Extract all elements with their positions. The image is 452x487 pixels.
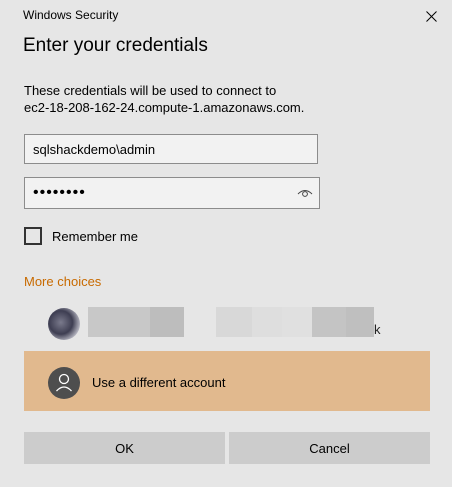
use-different-account-option[interactable]: Use a different account [24,351,430,411]
password-input[interactable] [25,178,293,208]
more-choices-link[interactable]: More choices [24,274,101,289]
username-field[interactable] [24,134,318,164]
username-input[interactable] [25,135,293,163]
close-button[interactable] [418,4,444,28]
user-photo-avatar [48,308,80,340]
dialog-description: These credentials will be used to connec… [24,82,424,116]
description-line-2: ec2-18-208-162-24.compute-1.amazonaws.co… [24,100,305,115]
title-bar: Windows Security [0,0,452,32]
checkbox-box[interactable] [24,227,42,245]
close-icon [425,10,437,22]
saved-account-option[interactable]: k [24,300,430,344]
person-icon [56,373,72,392]
password-field[interactable] [24,177,320,209]
description-line-1: These credentials will be used to connec… [24,83,277,98]
dialog-heading: Enter your credentials [23,35,208,56]
person-icon-container [48,367,80,399]
window-title: Windows Security [23,8,119,22]
remember-me-checkbox[interactable]: Remember me [24,227,138,245]
ok-button[interactable]: OK [24,432,225,464]
use-different-account-label: Use a different account [92,375,226,390]
cancel-button[interactable]: Cancel [229,432,430,464]
account-name-tail: k [374,322,381,337]
reveal-password-icon[interactable] [297,187,313,199]
remember-me-label: Remember me [52,228,138,244]
